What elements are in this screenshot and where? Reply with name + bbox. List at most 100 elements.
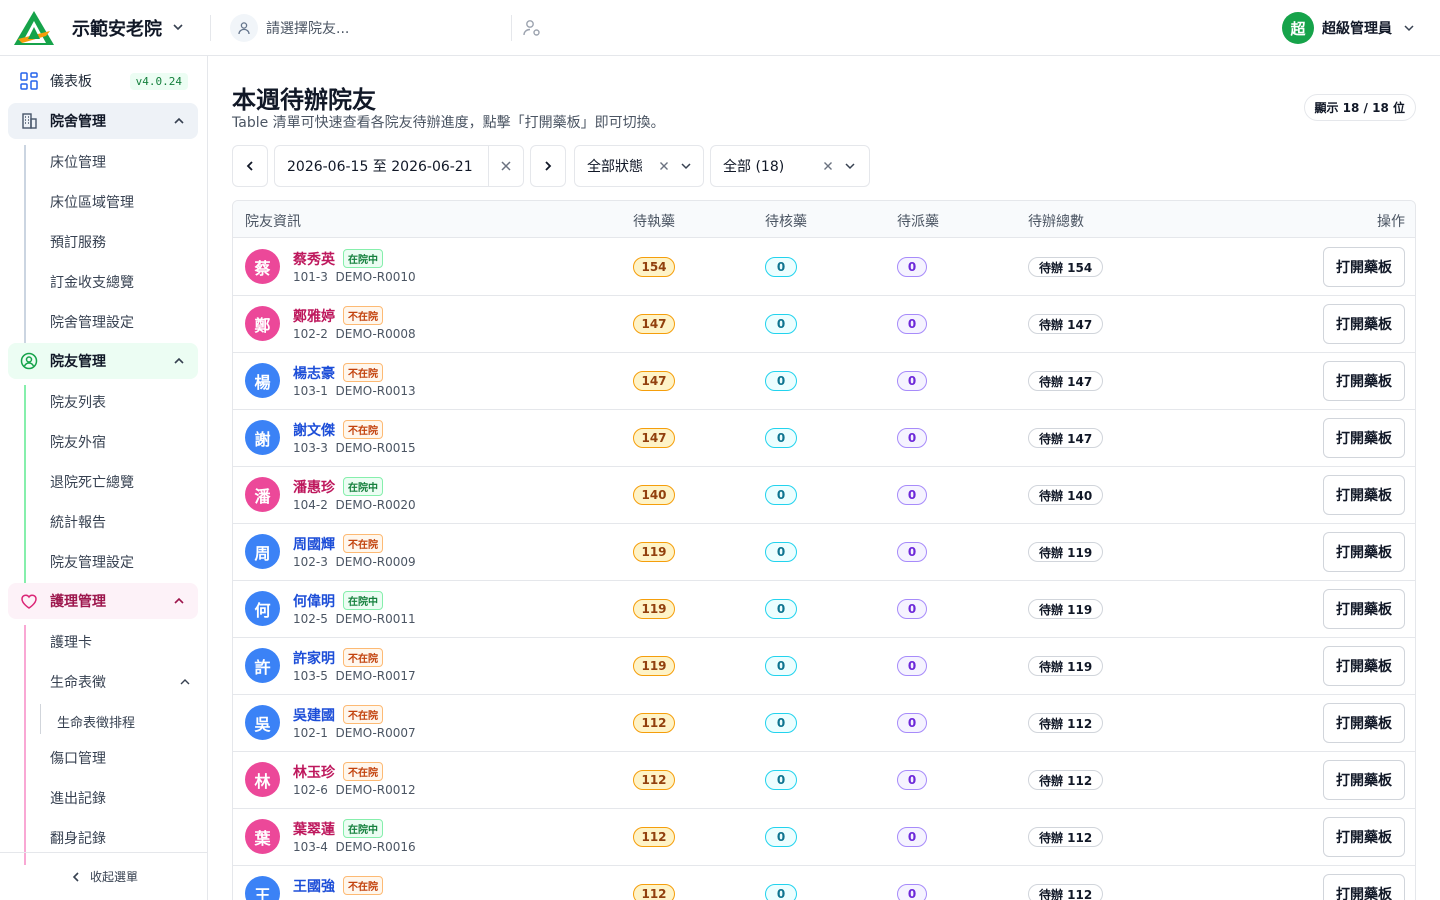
sidebar-group-facility[interactable]: 院舍管理	[8, 103, 198, 139]
resident-name[interactable]: 吳建國	[293, 705, 335, 725]
pending-check-count: 0	[765, 371, 797, 391]
page-subtitle: Table 清單可快速查看各院友待辦進度，點擊「打開藥板」即可切換。	[232, 115, 665, 131]
resident-name[interactable]: 謝文傑	[293, 420, 335, 440]
chevron-down-icon[interactable]	[170, 19, 186, 35]
chevron-up-icon[interactable]	[179, 676, 191, 688]
pending-check-count: 0	[765, 599, 797, 619]
pending-dispatch-count: 0	[897, 542, 927, 562]
resident-code: DEMO-R0010	[335, 270, 416, 284]
group-filter-select[interactable]: 全部 (18)	[710, 145, 870, 187]
sidebar-item-dashboard[interactable]: 儀表板 v4.0.24	[8, 62, 198, 100]
resident-name[interactable]: 周國輝	[293, 534, 335, 554]
open-med-board-button[interactable]: 打開藥板	[1323, 418, 1405, 458]
resident-placeholder: 請選擇院友...	[266, 21, 350, 37]
sidebar-item-care-card[interactable]: 護理卡	[50, 632, 92, 652]
sidebar-item-leave[interactable]: 院友外宿	[50, 432, 106, 452]
org-name[interactable]: 示範安老院	[72, 15, 162, 41]
open-med-board-button[interactable]: 打開藥板	[1323, 703, 1405, 743]
table-row: 潘潘惠珍 在院中 104-2 DEMO-R0020 140 0 0 待辦 140 打開藥板	[233, 467, 1415, 524]
table-row: 葉葉翠蓮 在院中 103-4 DEMO-R0016 112 0 0 待辦 112 打開藥板	[233, 809, 1415, 866]
avatar: 王	[245, 876, 280, 900]
user-settings-icon[interactable]	[522, 18, 542, 38]
resident-code: DEMO-R0009	[335, 555, 416, 569]
sidebar-item-wound[interactable]: 傷口管理	[50, 748, 106, 768]
sidebar-item-label: 儀表板	[50, 74, 92, 90]
pending-total: 待辦 119	[1028, 542, 1104, 562]
open-med-board-button[interactable]: 打開藥板	[1323, 475, 1405, 515]
sidebar-item-vitals[interactable]: 生命表徵	[50, 672, 106, 692]
sidebar-item-deposit[interactable]: 訂金收支總覽	[50, 272, 134, 292]
open-med-board-button[interactable]: 打開藥板	[1323, 361, 1405, 401]
date-range-picker[interactable]: 2026-06-15 至 2026-06-21	[274, 145, 524, 187]
pending-exec-count: 112	[633, 884, 675, 900]
bed-info: 102-5 DEMO-R0011	[293, 612, 416, 626]
status-badge: 不在院	[343, 306, 383, 325]
open-med-board-button[interactable]: 打開藥板	[1323, 532, 1405, 572]
sidebar-item-in-out[interactable]: 進出記錄	[50, 788, 106, 808]
sidebar-group-label: 院舍管理	[50, 114, 106, 130]
open-med-board-button[interactable]: 打開藥板	[1323, 304, 1405, 344]
sidebar-item-vitals-schedule[interactable]: 生命表徵排程	[57, 712, 135, 731]
user-icon	[230, 14, 258, 42]
pending-check-count: 0	[765, 713, 797, 733]
sidebar-item-discharge[interactable]: 退院死亡總覽	[50, 472, 134, 492]
status-filter-select[interactable]: 全部狀態	[574, 145, 704, 187]
sidebar-item-turning[interactable]: 翻身記錄	[50, 828, 106, 848]
pending-exec-count: 112	[633, 827, 675, 847]
resident-name[interactable]: 許家明	[293, 648, 335, 668]
bed-number: 102-1	[293, 726, 328, 740]
sidebar: 儀表板 v4.0.24 院舍管理 床位管理 床位區域管理 預訂服務 訂金收支總覽…	[0, 56, 208, 900]
resident-table: 院友資訊 待執藥 待核藥 待派藥 待辦總數 操作 蔡蔡秀英 在院中 101-3 DE…	[232, 200, 1416, 900]
sidebar-item-facility-settings[interactable]: 院舍管理設定	[50, 312, 134, 332]
table-row: 謝謝文傑 不在院 103-3 DEMO-R0015 147 0 0 待辦 147 打開藥板	[233, 410, 1415, 467]
avatar: 林	[245, 762, 280, 797]
sidebar-item-bed-zone[interactable]: 床位區域管理	[50, 192, 134, 212]
avatar: 吳	[245, 705, 280, 740]
sidebar-item-reports[interactable]: 統計報告	[50, 512, 106, 532]
sidebar-group-nursing[interactable]: 護理管理	[8, 583, 198, 619]
pending-total: 待辦 147	[1028, 314, 1104, 334]
resident-name[interactable]: 鄭雅婷	[293, 306, 335, 326]
prev-week-button[interactable]	[232, 145, 268, 187]
next-week-button[interactable]	[530, 145, 566, 187]
open-med-board-button[interactable]: 打開藥板	[1323, 874, 1405, 900]
sidebar-item-resident-settings[interactable]: 院友管理設定	[50, 552, 134, 572]
open-med-board-button[interactable]: 打開藥板	[1323, 247, 1405, 287]
resident-name[interactable]: 何偉明	[293, 591, 335, 611]
open-med-board-button[interactable]: 打開藥板	[1323, 589, 1405, 629]
pending-check-count: 0	[765, 485, 797, 505]
pending-check-count: 0	[765, 314, 797, 334]
resident-name[interactable]: 王國強	[293, 876, 335, 896]
resident-name[interactable]: 蔡秀英	[293, 249, 335, 269]
status-badge: 在院中	[343, 591, 383, 610]
sidebar-item-booking[interactable]: 預訂服務	[50, 232, 106, 252]
clear-icon[interactable]	[657, 159, 671, 173]
dashboard-icon	[20, 72, 38, 90]
resident-name[interactable]: 潘惠珍	[293, 477, 335, 497]
sidebar-group-residents[interactable]: 院友管理	[8, 343, 198, 379]
sidebar-item-bed[interactable]: 床位管理	[50, 152, 106, 172]
open-med-board-button[interactable]: 打開藥板	[1323, 760, 1405, 800]
column-header: 待核藥	[765, 214, 807, 230]
clear-icon[interactable]	[821, 159, 835, 173]
bed-number: 103-1	[293, 384, 328, 398]
resident-name[interactable]: 林玉珍	[293, 762, 335, 782]
clear-icon[interactable]	[499, 159, 513, 173]
user-menu[interactable]: 超 超級管理員	[1282, 12, 1416, 44]
open-med-board-button[interactable]: 打開藥板	[1323, 817, 1405, 857]
avatar: 葉	[245, 819, 280, 854]
status-badge: 在院中	[343, 249, 383, 268]
divider	[488, 146, 489, 186]
chevron-left-icon	[72, 871, 79, 882]
pending-total: 待辦 119	[1028, 656, 1104, 676]
resident-name[interactable]: 葉翠蓮	[293, 819, 335, 839]
resident-name[interactable]: 楊志豪	[293, 363, 335, 383]
bed-number: 103-3	[293, 441, 328, 455]
sidebar-item-resident-list[interactable]: 院友列表	[50, 392, 106, 412]
pending-dispatch-count: 0	[897, 770, 927, 790]
collapse-sidebar-button[interactable]: 收起選單	[0, 852, 207, 900]
avatar: 周	[245, 534, 280, 569]
avatar: 蔡	[245, 249, 280, 284]
open-med-board-button[interactable]: 打開藥板	[1323, 646, 1405, 686]
resident-selector[interactable]: 請選擇院友...	[230, 14, 510, 42]
